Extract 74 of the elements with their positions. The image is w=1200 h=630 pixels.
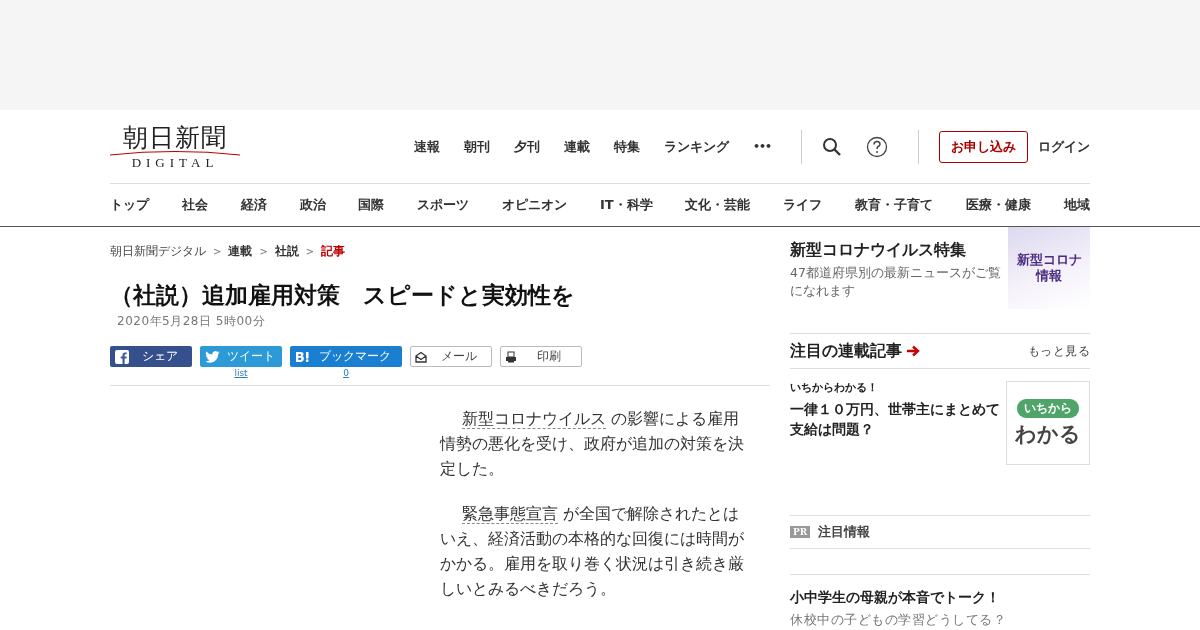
share-button[interactable]: シェア [110, 346, 192, 367]
printer-icon [505, 350, 517, 363]
see-more-link[interactable]: もっと見る [1027, 342, 1090, 360]
logo-subtitle: DIGITAL [131, 156, 219, 169]
breadcrumb-link[interactable]: 社説 [274, 243, 299, 260]
search-icon[interactable] [822, 136, 842, 157]
thumbnail-title-text: わかる [1015, 420, 1081, 448]
category-nav-link[interactable]: トップ [110, 196, 149, 214]
breadcrumb-link[interactable]: 連載 [228, 243, 253, 260]
share-count[interactable]: list [234, 368, 248, 378]
series-article-link[interactable]: 一律１０万円、世帯主にまとめて支給は問題？ [790, 399, 1002, 439]
promo-subtitle: 休校中の子どもの学習どうしてる？ [790, 611, 1007, 629]
share-label: ブックマーク [318, 348, 392, 365]
breadcrumb-link[interactable]: 記事 [321, 243, 346, 260]
category-nav-link[interactable]: 政治 [299, 196, 326, 214]
category-nav-link[interactable]: 医療・健康 [966, 196, 1031, 214]
share-button[interactable]: 印刷 [500, 346, 582, 367]
category-nav-link[interactable]: 経済 [240, 196, 267, 214]
top-nav-link[interactable]: 特集 [613, 137, 640, 156]
section-heading: 注目の連載記事 [790, 340, 902, 362]
logo-title: 朝日新聞 [123, 124, 227, 152]
help-icon[interactable] [866, 135, 888, 158]
breadcrumb-link[interactable]: 朝日新聞デジタル [110, 243, 206, 260]
series-thumbnail[interactable]: いちから わかる [1006, 381, 1090, 465]
top-nav-link[interactable]: 連載 [563, 137, 590, 156]
category-nav-link[interactable]: IT・科学 [599, 196, 653, 214]
top-nav-link[interactable]: 夕刊 [513, 137, 540, 156]
keyword-link[interactable]: 緊急事態宣言 [462, 504, 559, 524]
keyword-link[interactable]: 新型コロナウイルス [462, 409, 607, 429]
login-link[interactable]: ログイン [1038, 137, 1090, 156]
banner-text: 情報 [1036, 268, 1062, 284]
category-nav-link[interactable]: オピニオン [502, 196, 568, 214]
top-nav-link[interactable]: ランキング [663, 137, 729, 156]
category-nav-link[interactable]: スポーツ [417, 196, 470, 214]
logo-swoosh-icon [110, 150, 240, 156]
share-label: シェア [141, 348, 179, 365]
facebook-icon [115, 349, 129, 364]
breadcrumb-separator: > [259, 246, 268, 257]
article-date: 2020年5月28日 5時00分 [117, 313, 267, 330]
share-label: メール [440, 348, 478, 365]
article-paragraph: 新型コロナウイルス の影響による雇用情勢の悪化を受け、政府が追加の対策を決定した。 [440, 408, 745, 480]
breadcrumb-separator: > [213, 246, 222, 257]
share-button[interactable]: メール [410, 346, 492, 367]
category-nav-link[interactable]: 国際 [358, 196, 385, 214]
bird-icon [205, 350, 220, 363]
article-paragraph: 緊急事態宣言 が全国で解除されたとはいえ、経済活動の本格的な回復には時間がかかる。雇用を取り巻く状況は引き続き厳しいとみるべきだろう。 [440, 503, 745, 600]
corona-banner[interactable]: 新型コロナ 情報 [1008, 227, 1090, 309]
hatena-icon [295, 350, 311, 363]
share-button[interactable]: ブックマーク [290, 346, 402, 367]
category-nav-link[interactable]: 文化・芸能 [685, 196, 751, 214]
feature-title[interactable]: 新型コロナウイルス特集 [790, 239, 1008, 261]
feature-description: 47都道府県別の最新ニュースがご覧になれます [790, 264, 1002, 300]
breadcrumb-separator: > [305, 246, 315, 257]
top-nav-link[interactable]: 朝刊 [463, 137, 490, 156]
series-label: いちからわかる！ [790, 381, 879, 395]
envelope-icon [415, 350, 427, 363]
share-count[interactable]: 0 [343, 368, 349, 378]
subscribe-button[interactable]: お申し込み [939, 130, 1028, 163]
banner-text: 新型コロナ [1016, 252, 1082, 268]
top-nav-link[interactable]: 速報 [413, 137, 440, 156]
pr-badge: PR [790, 526, 811, 538]
share-label: 印刷 [536, 348, 562, 365]
pr-heading: 注目情報 [818, 523, 871, 541]
category-nav-link[interactable]: 社会 [181, 196, 208, 214]
category-nav-link[interactable]: 地域 [1063, 196, 1090, 214]
article-title: （社説）追加雇用対策 スピードと実効性を [110, 281, 576, 310]
promo-title[interactable]: 小中学生の母親が本音でトーク！ [790, 589, 1090, 607]
thumbnail-pill-text: いちから [1017, 398, 1079, 418]
arrow-icon [906, 345, 920, 357]
site-logo[interactable]: 朝日新聞 DIGITAL [110, 124, 240, 169]
more-menu-button[interactable]: ••• [752, 140, 771, 153]
category-nav-link[interactable]: 教育・子育て [855, 196, 934, 214]
share-label: ツイート [225, 348, 276, 365]
category-nav-link[interactable]: ライフ [783, 196, 823, 214]
